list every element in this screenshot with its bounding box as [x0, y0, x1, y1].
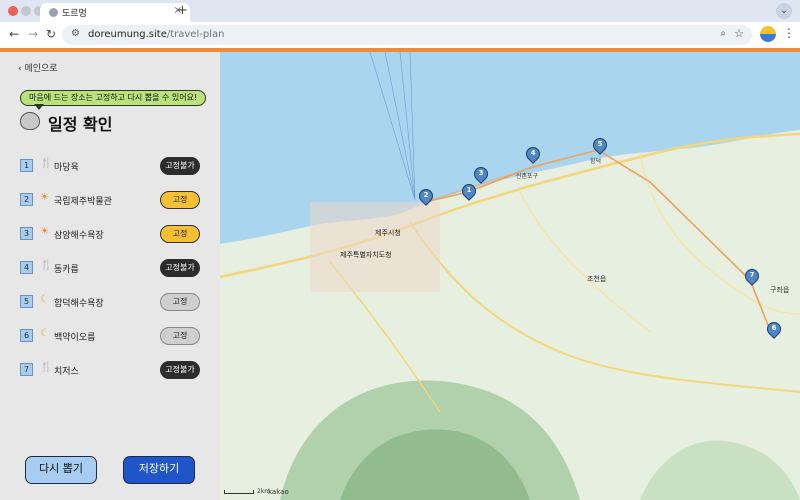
url-path: /travel-plan: [166, 29, 225, 40]
forward-arrow-icon[interactable]: →: [28, 27, 38, 41]
browser-tab[interactable]: 도르멍 ×: [40, 3, 190, 22]
schedule-sidebar: ‹ 메인으로 마음에 드는 장소는 고정하고 다시 뽑을 수 있어요! 일정 확…: [0, 52, 220, 500]
item-name: 마당육: [54, 163, 79, 173]
item-name: 국립제주박물관: [54, 197, 112, 207]
mascot-icon: [20, 112, 40, 130]
fork-knife-icon: 🍴: [40, 362, 53, 373]
moon-icon: ☾: [40, 328, 49, 339]
item-name: 동카름: [54, 265, 79, 275]
tab-title: 도르멍: [62, 9, 87, 19]
map-pin-number: 6: [771, 324, 777, 332]
item-number: 4: [20, 261, 33, 274]
favicon-icon: [49, 8, 58, 17]
url-text[interactable]: doreumung.site/travel-plan: [88, 29, 224, 40]
map-label: 제주시청: [375, 229, 401, 237]
tip-bubble-tail: [34, 104, 44, 110]
item-name: 함덕해수욕장: [54, 299, 104, 309]
item-number: 5: [20, 295, 33, 308]
schedule-item: 6 ☾ 백약이오름 고정: [20, 327, 200, 345]
schedule-item: 1 🍴 마당육 고정불가: [20, 157, 200, 175]
map-pin-number: 2: [423, 191, 429, 199]
map-label: 구좌읍: [770, 285, 790, 294]
item-name: 백약이오름: [54, 333, 96, 343]
item-number: 3: [20, 227, 33, 240]
map-pin-number: 4: [530, 149, 536, 157]
map-brand: kakao: [268, 488, 289, 496]
fix-button[interactable]: 고정: [160, 293, 200, 311]
browser-toolbar: ← → ↻ ⚙ doreumung.site/travel-plan ⌕ ☆ ⋮: [0, 22, 800, 48]
zoom-icon[interactable]: ⌕: [720, 28, 726, 39]
map-label: 조천읍: [587, 274, 607, 283]
browser-tab-bar: 도르멍 × + ⌄: [0, 0, 800, 22]
fix-unavailable-button[interactable]: 고정불가: [160, 157, 200, 175]
map-pin-number: 1: [466, 186, 472, 194]
map-pin-number: 7: [749, 271, 755, 279]
new-tab-button[interactable]: +: [177, 3, 188, 18]
moon-icon: ☾: [40, 294, 49, 305]
item-number: 1: [20, 159, 33, 172]
back-to-main-link[interactable]: ‹ 메인으로: [18, 61, 58, 74]
minimize-window-dot[interactable]: [21, 6, 31, 16]
url-host: doreumung.site: [88, 29, 167, 40]
schedule-item: 5 ☾ 함덕해수욕장 고정: [20, 293, 200, 311]
fix-button[interactable]: 고정: [160, 327, 200, 345]
schedule-item: 3 ☀ 삼양해수욕장 고정: [20, 225, 200, 243]
sun-icon: ☀: [40, 226, 49, 237]
site-settings-icon[interactable]: ⚙: [71, 28, 80, 39]
fix-unavailable-button[interactable]: 고정불가: [160, 259, 200, 277]
map-pin-number: 5: [597, 140, 603, 148]
map-scale: 2km: [224, 488, 270, 495]
tab-list-button[interactable]: ⌄: [776, 3, 792, 19]
fork-knife-icon: 🍴: [40, 158, 53, 169]
item-name: 치저스: [54, 367, 79, 377]
scale-bar: [224, 489, 254, 494]
retry-button[interactable]: 다시 뽑기: [25, 456, 97, 484]
item-number: 7: [20, 363, 33, 376]
fix-unavailable-button[interactable]: 고정불가: [160, 361, 200, 379]
schedule-item: 7 🍴 치저스 고정불가: [20, 361, 200, 379]
schedule-item: 2 ☀ 국립제주박물관 고정: [20, 191, 200, 209]
fix-button[interactable]: 고정: [160, 191, 200, 209]
item-number: 2: [20, 193, 33, 206]
sun-icon: ☀: [40, 192, 49, 203]
close-window-dot[interactable]: [8, 6, 18, 16]
item-number: 6: [20, 329, 33, 342]
fix-button[interactable]: 고정: [160, 225, 200, 243]
item-name: 삼양해수욕장: [54, 231, 104, 241]
page-title: 일정 확인: [48, 115, 113, 134]
star-icon[interactable]: ☆: [734, 27, 744, 40]
map-label: 함덕: [590, 157, 601, 165]
menu-dots-icon[interactable]: ⋮: [783, 26, 795, 40]
profile-avatar[interactable]: [760, 26, 776, 42]
tip-bubble: 마음에 드는 장소는 고정하고 다시 뽑을 수 있어요!: [20, 90, 207, 106]
map-label: 제주특별자치도청: [340, 250, 392, 259]
reload-icon[interactable]: ↻: [46, 27, 56, 41]
save-button[interactable]: 저장하기: [123, 456, 195, 484]
map-label: 신촌포구: [516, 172, 539, 180]
map-pin-number: 3: [478, 169, 484, 177]
map-view[interactable]: 제주시청 제주특별자치도청 조천읍 신촌포구 함덕 구좌읍 1 2 3 4 5 …: [220, 52, 800, 500]
schedule-item: 4 🍴 동카름 고정불가: [20, 259, 200, 277]
map-canvas: 제주시청 제주특별자치도청 조천읍 신촌포구 함덕 구좌읍: [220, 52, 800, 500]
back-arrow-icon[interactable]: ←: [9, 27, 19, 41]
fork-knife-icon: 🍴: [40, 260, 53, 271]
address-bar[interactable]: ⚙ doreumung.site/travel-plan ⌕ ☆: [62, 25, 752, 45]
